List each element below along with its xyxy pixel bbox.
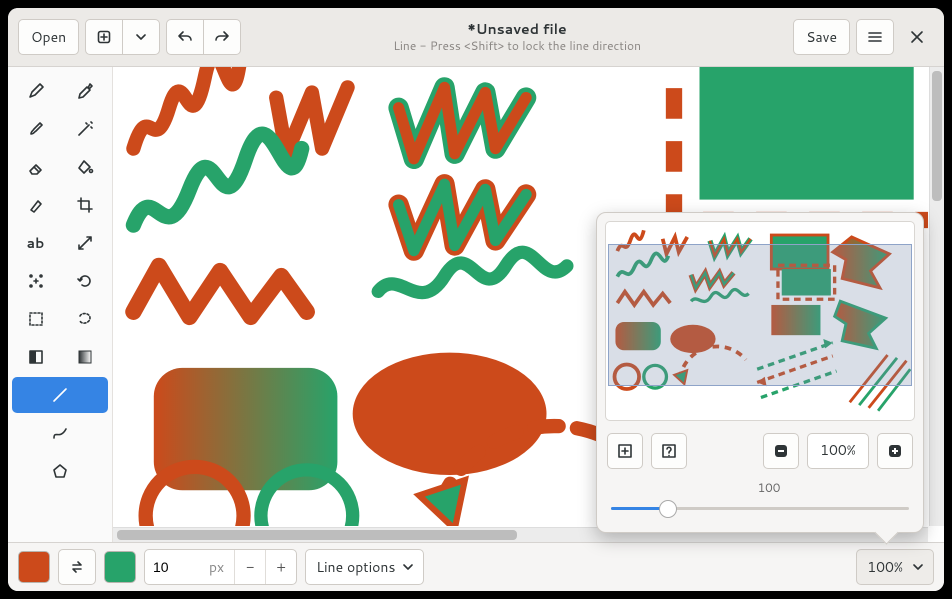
new-split-button[interactable] [85,19,160,55]
pencil-tool[interactable] [12,73,59,109]
popover-zoom-value: 100% [807,433,869,469]
eraser-tool[interactable] [12,149,59,185]
rotate-tool[interactable] [61,263,108,299]
new-dropdown-button[interactable] [123,19,160,55]
redo-button[interactable] [204,19,241,55]
zoom-slider[interactable] [611,498,909,518]
vertical-scrollbar[interactable] [929,67,944,526]
minimap-thumbnail[interactable] [605,221,915,421]
line-size-input[interactable]: px − + [144,549,297,585]
zoom-value-label: 100% [867,557,903,577]
text-tool[interactable]: ab [12,225,59,261]
chevron-down-icon [913,562,923,572]
window-subtitle: Line - Press <Shift> to lock the line di… [247,38,787,53]
zoom-out-button[interactable] [763,433,799,469]
size-decrement-button[interactable]: − [234,550,265,584]
line-options-label: Line options [316,557,395,577]
brush-tool[interactable] [12,111,59,147]
zoom-help-button[interactable] [651,433,687,469]
move-tool[interactable] [61,225,108,261]
primary-color-swatch[interactable] [18,551,50,583]
zoom-in-button[interactable] [877,433,913,469]
line-size-field[interactable] [145,559,209,575]
size-increment-button[interactable]: + [265,550,296,584]
highlighter-tool[interactable] [12,187,59,223]
text-tool-label: ab [27,233,45,253]
tool-sidebar: ab [8,67,113,542]
minimap-viewport-rect[interactable] [608,244,912,386]
titlebar: Open *Unsaved file Line - Press <S [8,8,944,67]
secondary-color-swatch[interactable] [104,551,136,583]
rect-select-tool[interactable] [12,301,59,337]
points-tool[interactable] [12,263,59,299]
window-close-button[interactable] [900,20,934,54]
line-options-dropdown[interactable]: Line options [305,549,424,585]
window-title: *Unsaved file [247,21,787,39]
line-size-unit: px [209,557,234,577]
curve-tool[interactable] [12,415,108,451]
crop-tool[interactable] [61,187,108,223]
invert-tool[interactable] [12,339,59,375]
line-tool[interactable] [12,377,108,413]
hamburger-menu-button[interactable] [856,19,894,55]
save-button[interactable]: Save [793,19,850,55]
free-select-tool[interactable] [61,301,108,337]
undo-button[interactable] [166,19,204,55]
open-button[interactable]: Open [18,19,79,55]
options-bar: px − + Line options 100% [8,542,944,591]
zoom-slider-label: 100 [611,479,909,496]
magic-tool[interactable] [61,111,108,147]
swap-colors-button[interactable] [58,549,96,585]
minimap-popover: 100% 100 [596,212,924,533]
chevron-down-icon [403,562,413,572]
shape-tool[interactable] [12,453,108,489]
gradient-tool[interactable] [61,339,108,375]
fill-tool[interactable] [61,149,108,185]
zoom-fit-button[interactable] [607,433,643,469]
zoom-button[interactable]: 100% [856,549,934,585]
new-tab-button[interactable] [85,19,123,55]
color-picker-tool[interactable] [61,73,108,109]
undo-redo-group [166,19,241,55]
